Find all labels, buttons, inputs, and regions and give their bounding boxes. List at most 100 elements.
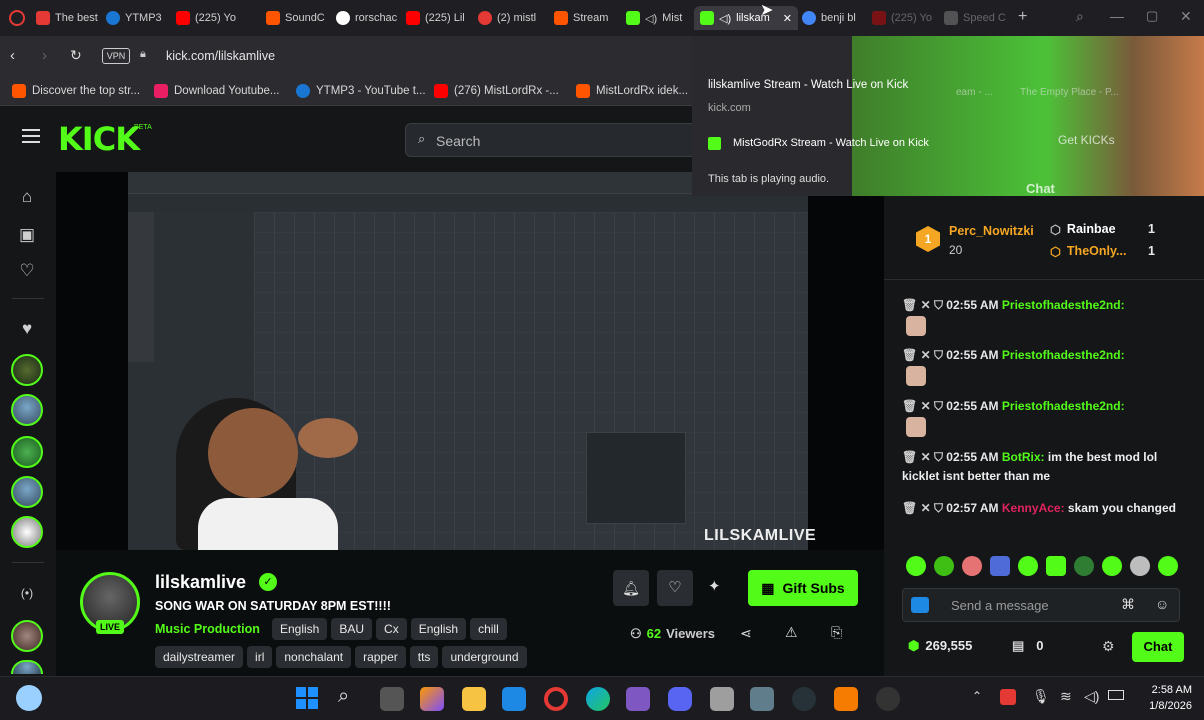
tag-pill[interactable]: irl	[247, 646, 273, 668]
battery-icon[interactable]	[1108, 690, 1124, 700]
bookmark-item[interactable]: Download Youtube...	[154, 84, 280, 98]
weather-icon[interactable]	[16, 685, 42, 711]
start-icon[interactable]	[296, 687, 318, 709]
chat-username[interactable]: BotRix:	[1002, 450, 1045, 464]
close-window-icon[interactable]: ✕	[1180, 8, 1192, 25]
followed-channel-avatar[interactable]	[11, 394, 43, 426]
followed-channel-avatar[interactable]	[11, 476, 43, 508]
tag-pill[interactable]: tts	[409, 646, 439, 668]
browser-tab-active[interactable]: ◁) lilskam ✕	[694, 6, 798, 30]
back-icon[interactable]: ‹	[10, 47, 15, 64]
discord-icon[interactable]	[668, 687, 692, 711]
minimize-icon[interactable]: —	[1110, 8, 1124, 24]
task-view-icon[interactable]	[380, 687, 404, 711]
settings-icon[interactable]: ⚙	[1102, 638, 1115, 655]
browser-tab[interactable]: Stream	[554, 6, 616, 30]
clock-time[interactable]: 2:58 AM	[1140, 684, 1192, 696]
browser-tab[interactable]: Speed C	[944, 6, 1008, 30]
volume-icon[interactable]: ◁)	[1084, 688, 1099, 705]
chat-username[interactable]: Priestofhadesthe2nd:	[1002, 399, 1125, 413]
edge-icon[interactable]	[586, 687, 610, 711]
search-input[interactable]: Search	[436, 133, 480, 149]
tag-pill[interactable]: chill	[470, 618, 507, 640]
mod-action-icons[interactable]: 🗑︎ ✕ ⛉	[902, 450, 946, 464]
chat-send-button[interactable]: Chat	[1132, 632, 1184, 662]
followed-channel-avatar[interactable]	[11, 620, 43, 652]
command-icon[interactable]: ⌘	[1121, 596, 1135, 613]
gift-subs-button[interactable]: ▦ Gift Subs	[748, 570, 858, 606]
top-gifter-name[interactable]: Perc_Nowitzki	[949, 224, 1034, 238]
chat-username[interactable]: Priestofhadesthe2nd:	[1002, 348, 1125, 362]
browser-tab[interactable]: (225) Yo	[176, 6, 240, 30]
browser-tab[interactable]: SoundC	[266, 6, 328, 30]
bookmark-item[interactable]: (276) MistLordRx -...	[434, 84, 559, 98]
app-icon[interactable]	[626, 687, 650, 711]
wifi-icon[interactable]: ≋	[1060, 688, 1072, 705]
clip-icon[interactable]: ⎘	[831, 624, 842, 641]
browser-tab[interactable]: YTMP3	[106, 6, 168, 30]
bookmark-item[interactable]: YTMP3 - YouTube t...	[296, 84, 426, 98]
chat-input[interactable]: Send a message ⌘ ☺	[902, 588, 1180, 622]
tag-pill[interactable]: English	[272, 618, 328, 640]
tag-pill[interactable]: underground	[442, 646, 527, 668]
stream-category[interactable]: Music Production	[155, 622, 260, 636]
clock-date[interactable]: 1/8/2026	[1140, 700, 1192, 712]
followed-channel-avatar[interactable]	[11, 660, 43, 674]
tag-pill[interactable]: dailystreamer	[155, 646, 244, 668]
kick-logo[interactable]: KICK	[58, 120, 140, 158]
mod-action-icons[interactable]: 🗑︎ ✕ ⛉	[902, 399, 946, 413]
tag-pill[interactable]: nonchalant	[276, 646, 352, 668]
followed-channel-avatar[interactable]	[11, 354, 43, 386]
emote-icon[interactable]	[934, 556, 954, 576]
search-bar[interactable]: ⌕ Search	[405, 123, 705, 157]
follow-button[interactable]: ♡	[657, 570, 693, 606]
opera-icon[interactable]	[544, 687, 568, 711]
browser-tab[interactable]: ◁) Mist	[626, 6, 688, 30]
browser-tab[interactable]: benji bl	[802, 6, 862, 30]
chevron-up-icon[interactable]: ⌃	[972, 689, 982, 703]
emote-icon[interactable]	[962, 556, 982, 576]
emote-icon[interactable]	[990, 556, 1010, 576]
hamburger-menu-icon[interactable]	[22, 129, 40, 143]
store-icon[interactable]	[502, 687, 526, 711]
url-field[interactable]: kick.com/lilskamlive	[166, 49, 275, 63]
browser-tab[interactable]: rorschac	[336, 6, 400, 30]
emote-icon[interactable]	[1102, 556, 1122, 576]
chat-input-field[interactable]: Send a message	[951, 598, 1049, 613]
report-icon[interactable]: ⚠	[785, 624, 798, 641]
browser-tab[interactable]: The best	[36, 6, 100, 30]
maximize-icon[interactable]: ▢	[1146, 8, 1158, 24]
tray-app-icon[interactable]	[1000, 689, 1016, 705]
forward-icon[interactable]: ›	[42, 47, 47, 64]
emote-picker-icon[interactable]	[911, 597, 929, 613]
search-icon[interactable]: ⌕	[338, 685, 349, 708]
mod-action-icons[interactable]: 🗑︎ ✕ ⛉	[902, 348, 946, 362]
emote-icon[interactable]	[1158, 556, 1178, 576]
vpn-badge[interactable]: VPN	[102, 48, 130, 64]
followed-channel-avatar[interactable]	[11, 436, 43, 468]
browser-tab[interactable]: (2) mistl	[478, 6, 542, 30]
file-explorer-icon[interactable]	[462, 687, 486, 711]
new-tab-icon[interactable]: +	[1018, 8, 1027, 26]
home-icon[interactable]: ⌂	[16, 186, 38, 208]
browser-tab[interactable]: (225) Yo	[872, 6, 934, 30]
tag-pill[interactable]: rapper	[355, 646, 406, 668]
followed-channel-avatar[interactable]	[11, 516, 43, 548]
emote-icon[interactable]	[906, 556, 926, 576]
video-player[interactable]: LILSKAMLIVE	[56, 172, 884, 550]
chat-username[interactable]: Priestofhadesthe2nd:	[1002, 298, 1125, 312]
search-tabs-icon[interactable]: ⌕	[1076, 8, 1084, 25]
following-icon[interactable]: ♡	[16, 260, 38, 282]
app-icon[interactable]	[710, 687, 734, 711]
tab-close-icon[interactable]: ✕	[783, 12, 792, 25]
sparkle-icon[interactable]: ✦	[708, 577, 721, 595]
copilot-icon[interactable]	[420, 687, 444, 711]
media-player-icon[interactable]	[876, 687, 900, 711]
mod-action-icons[interactable]: 🗑︎ ✕ ⛉	[902, 501, 946, 515]
emoji-icon[interactable]: ☺	[1155, 596, 1169, 612]
browser-tab[interactable]: (225) Lil	[406, 6, 470, 30]
emote-icon[interactable]	[1046, 556, 1066, 576]
chat-username[interactable]: KennyAce:	[1002, 501, 1065, 515]
emote-icon[interactable]	[1018, 556, 1038, 576]
mod-action-icons[interactable]: 🗑︎ ✕ ⛉	[902, 298, 946, 312]
